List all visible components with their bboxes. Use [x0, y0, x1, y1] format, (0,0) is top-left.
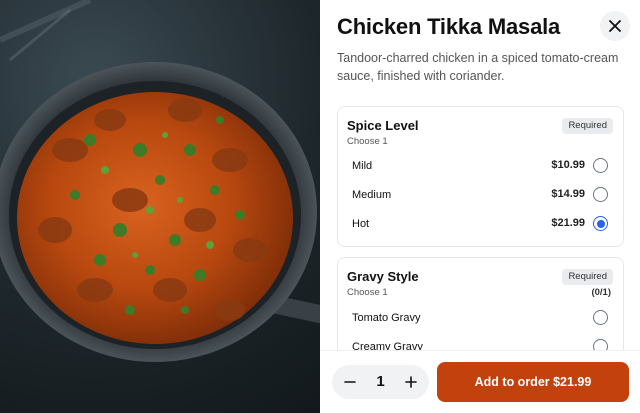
option-price: $10.99 [551, 159, 585, 171]
curry-pan-illustration [0, 0, 320, 362]
item-detail-modal: Chicken Tikka Masala Tandoor-charred chi… [0, 0, 640, 413]
dish-description: Tandoor-charred chicken in a spiced toma… [337, 51, 619, 83]
option-tomato-gravy[interactable]: Tomato Gravy [338, 305, 623, 333]
required-badge: Required [562, 269, 613, 285]
options-scroll-area[interactable]: Chicken Tikka Masala Tandoor-charred chi… [320, 0, 640, 350]
option-price: $21.99 [551, 217, 585, 229]
option-group-title: Gravy Style [347, 269, 419, 284]
food-photo [0, 0, 320, 413]
option-group-spice-level: Spice Level Choose 1 Required Mild $10.9… [337, 106, 624, 247]
dish-title: Chicken Tikka Masala [337, 14, 561, 39]
option-group-title: Spice Level [347, 118, 419, 133]
required-badge: Required [562, 118, 613, 134]
increase-quantity-button[interactable] [395, 365, 427, 399]
selection-count: (0/1) [591, 287, 611, 298]
option-creamy-gravy[interactable]: Creamy Gravy [338, 334, 623, 350]
option-medium[interactable]: Medium $14.99 [338, 182, 623, 210]
minus-icon [344, 381, 356, 383]
option-mild[interactable]: Mild $10.99 [338, 153, 623, 181]
close-icon [609, 20, 621, 32]
radio-button-selected[interactable] [593, 216, 608, 231]
option-label: Mild [352, 160, 373, 172]
radio-button[interactable] [593, 187, 608, 202]
close-button[interactable] [600, 11, 630, 41]
add-to-order-button[interactable]: Add to order $21.99 [437, 362, 629, 402]
option-hot[interactable]: Hot $21.99 [338, 211, 623, 239]
decrease-quantity-button[interactable] [334, 365, 366, 399]
option-label: Medium [352, 189, 392, 201]
quantity-value: 1 [376, 373, 385, 390]
option-group-subtitle: Choose 1 [347, 287, 388, 298]
option-label: Creamy Gravy [352, 341, 423, 350]
details-panel: Chicken Tikka Masala Tandoor-charred chi… [320, 0, 640, 413]
option-label: Tomato Gravy [352, 312, 421, 324]
option-price: $14.99 [551, 188, 585, 200]
order-footer: 1 Add to order $21.99 [320, 350, 640, 413]
option-label: Hot [352, 218, 370, 230]
option-group-gravy-style: Gravy Style Choose 1 Required (0/1) Toma… [337, 257, 624, 350]
plus-icon [405, 376, 417, 388]
radio-button[interactable] [593, 310, 608, 325]
option-group-subtitle: Choose 1 [347, 136, 388, 147]
radio-button[interactable] [593, 339, 608, 350]
quantity-stepper: 1 [332, 365, 429, 399]
radio-button[interactable] [593, 158, 608, 173]
